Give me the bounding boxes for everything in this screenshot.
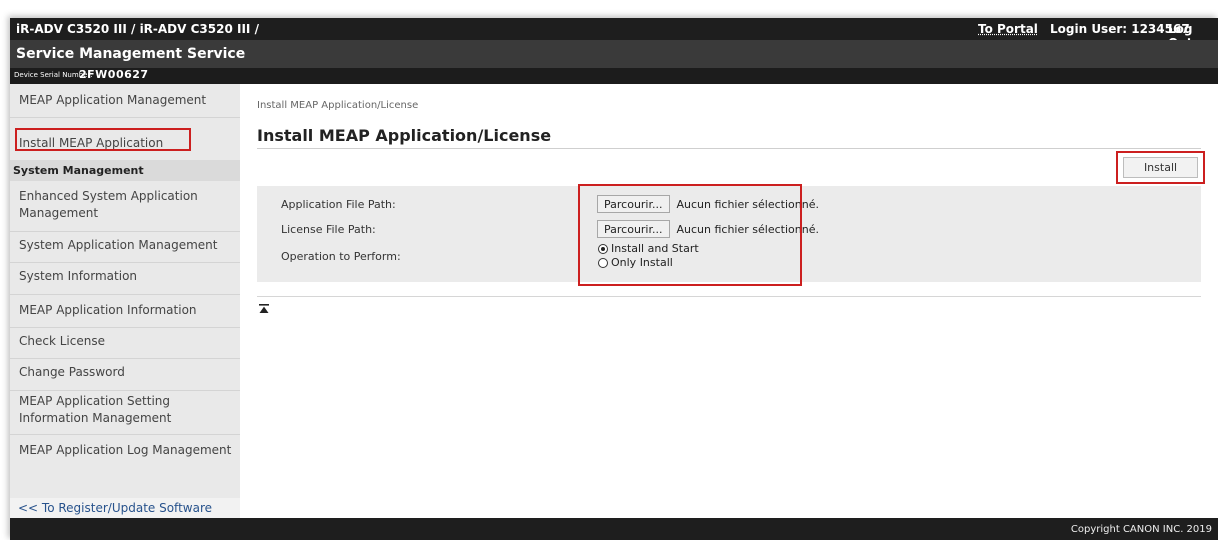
install-button[interactable]: Install (1123, 157, 1198, 178)
sidebar-item-enhanced-system-application-management[interactable]: Enhanced System Application Management (10, 188, 240, 222)
footer: Copyright CANON INC. 2019 (10, 518, 1218, 540)
sidebar-divider (10, 327, 240, 328)
sidebar-divider (10, 231, 240, 232)
sidebar-section-title: System Management (10, 160, 240, 181)
browser-page: iR-ADV C3520 III / iR-ADV C3520 III / To… (10, 18, 1218, 540)
sidebar-divider (10, 434, 240, 435)
sidebar-divider (10, 358, 240, 359)
sidebar-divider (10, 390, 240, 391)
sidebar-divider (10, 117, 240, 118)
register-update-software-link[interactable]: << To Register/Update Software (10, 498, 240, 518)
copyright-text: Copyright CANON INC. 2019 (1070, 524, 1212, 535)
app-title: Service Management Service (16, 46, 246, 62)
license-file-path-label: License File Path: (281, 223, 376, 236)
title-divider (257, 148, 1201, 149)
sidebar-item-meap-application-setting-information-management[interactable]: MEAP Application Setting Information Man… (10, 393, 240, 427)
sidebar-item-meap-application-information[interactable]: MEAP Application Information (10, 302, 240, 319)
top-bar: iR-ADV C3520 III / iR-ADV C3520 III / To… (10, 18, 1218, 50)
title-bar: Service Management Service (10, 40, 1218, 68)
serial-bar: Device Serial Number: 2FW00627 (10, 68, 1218, 84)
sidebar-item-meap-application-management[interactable]: MEAP Application Management (10, 92, 240, 109)
highlight-box-form-inputs (578, 184, 802, 286)
page-title: Install MEAP Application/License (257, 126, 552, 145)
device-model: iR-ADV C3520 III / iR-ADV C3520 III / (16, 22, 259, 36)
to-portal-link[interactable]: To Portal (978, 22, 1038, 36)
breadcrumb: Install MEAP Application/License (257, 100, 419, 111)
sidebar-divider (10, 294, 240, 295)
back-to-top-icon[interactable] (259, 304, 269, 314)
sidebar-item-check-license[interactable]: Check License (10, 333, 240, 350)
sidebar-item-system-information[interactable]: System Information (10, 268, 240, 285)
serial-value: 2FW00627 (79, 68, 149, 81)
sidebar-item-meap-application-log-management[interactable]: MEAP Application Log Management (10, 442, 240, 459)
highlight-box-install-nav (15, 128, 191, 151)
operation-to-perform-label: Operation to Perform: (281, 250, 401, 263)
sidebar-divider (10, 262, 240, 263)
sidebar: MEAP Application Management Install MEAP… (10, 84, 240, 518)
content-divider (257, 296, 1201, 297)
application-file-path-label: Application File Path: (281, 198, 396, 211)
sidebar-item-system-application-management[interactable]: System Application Management (10, 237, 240, 254)
main-content: Install MEAP Application/License Install… (240, 84, 1218, 518)
sidebar-item-change-password[interactable]: Change Password (10, 364, 240, 381)
